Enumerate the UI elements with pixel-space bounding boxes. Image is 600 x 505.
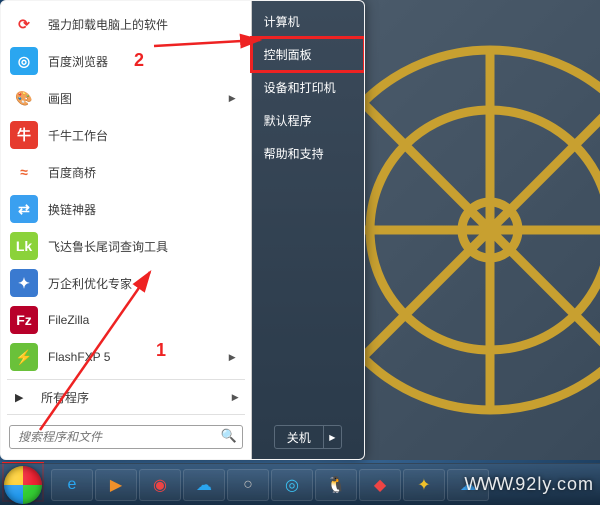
longkey-icon: Lk [10, 232, 38, 260]
qq-icon[interactable]: 🐧 [315, 469, 357, 501]
app-label: 换链神器 [48, 201, 240, 218]
paint-icon: 🎨 [10, 84, 38, 112]
browser2-icon[interactable]: ○ [227, 469, 269, 501]
app-item-paint[interactable]: 🎨 画图 ▶ [6, 80, 246, 116]
filezilla-icon: Fz [10, 306, 38, 334]
app-item-flashfxp[interactable]: ⚡ FlashFXP 5 ▶ [6, 339, 246, 375]
app-label: 万企利优化专家 [48, 275, 240, 292]
uninstall-icon: ⟳ [10, 10, 38, 38]
start-menu: ⟳ 强力卸载电脑上的软件 ◎ 百度浏览器 🎨 画图 ▶ 牛千牛工作台 ≈ 百度商桥 ⇄ 换链神器 Lk 飞… [0, 0, 365, 460]
app-item-baidu-bridge[interactable]: ≈ 百度商桥 [6, 154, 246, 190]
right-item-devices-printers[interactable]: 设备和打印机 [252, 71, 364, 104]
watermark: WWW.92ly.com [464, 474, 594, 495]
watermark-prefix: WWW. [464, 474, 515, 494]
all-programs-label: 所有程序 [41, 389, 89, 406]
search-icon[interactable]: 🔍 [220, 428, 236, 444]
link-tool-icon: ⇄ [10, 195, 38, 223]
all-programs-arrow-icon: ▶ [15, 391, 29, 404]
desktop-wallpaper [360, 0, 600, 460]
app-label: 画图 [48, 90, 225, 107]
app-item-longkey[interactable]: Lk 飞达鲁长尾词查询工具 [6, 228, 246, 264]
separator [7, 379, 245, 380]
baidu-bridge-icon: ≈ [10, 158, 38, 186]
watermark-suffix: .com [551, 474, 594, 494]
shutdown-row: 关机 ▶ [252, 425, 364, 449]
start-menu-right: 计算机控制面板设备和打印机默认程序帮助和支持 关机 ▶ [252, 1, 364, 459]
app-label: 千牛工作台 [48, 127, 240, 144]
search-wrap: 🔍 [1, 417, 251, 459]
chevron-right-icon: ▶ [232, 392, 239, 403]
app-item-uninstall[interactable]: ⟳ 强力卸载电脑上的软件 [6, 6, 246, 42]
all-programs[interactable]: ▶ 所有程序 ▶ [1, 382, 251, 412]
ie-icon[interactable]: e [51, 469, 93, 501]
app-label: 强力卸载电脑上的软件 [48, 16, 240, 33]
app-list: ⟳ 强力卸载电脑上的软件 ◎ 百度浏览器 🎨 画图 ▶ 牛千牛工作台 ≈ 百度商桥 ⇄ 换链神器 Lk 飞… [1, 1, 251, 377]
right-item-default-programs[interactable]: 默认程序 [252, 104, 364, 137]
app-item-baidu-browser[interactable]: ◎ 百度浏览器 [6, 43, 246, 79]
watermark-text: 92ly [515, 474, 551, 494]
app-label: FileZilla [48, 313, 240, 327]
chevron-right-icon: ▶ [229, 93, 236, 104]
ferris-wheel-art [360, 20, 600, 460]
right-item-control-panel[interactable]: 控制面板 [252, 38, 364, 71]
browser3-icon[interactable]: ◎ [271, 469, 313, 501]
search-input[interactable] [9, 425, 243, 449]
shutdown-button-group: 关机 ▶ [274, 425, 342, 449]
chevron-right-icon: ▶ [229, 352, 236, 363]
shutdown-options-toggle[interactable]: ▶ [323, 426, 341, 448]
app-label: 百度浏览器 [48, 53, 240, 70]
qianniu-icon: 牛 [10, 121, 38, 149]
right-item-computer[interactable]: 计算机 [252, 5, 364, 38]
flashfxp-icon: ⚡ [10, 343, 38, 371]
media-player-icon[interactable]: ▶ [95, 469, 137, 501]
start-button[interactable] [4, 466, 42, 504]
separator [7, 414, 245, 415]
app-label: 百度商桥 [48, 164, 240, 181]
app-item-optimize[interactable]: ✦ 万企利优化专家 [6, 265, 246, 301]
optimize-icon: ✦ [10, 269, 38, 297]
app9-icon[interactable]: ◆ [359, 469, 401, 501]
shutdown-label: 关机 [287, 429, 311, 446]
chrome-icon[interactable]: ◉ [139, 469, 181, 501]
app10-icon[interactable]: ✦ [403, 469, 445, 501]
shutdown-button[interactable]: 关机 [275, 426, 323, 448]
app-item-filezilla[interactable]: Fz FileZilla [6, 302, 246, 338]
app-label: 飞达鲁长尾词查询工具 [48, 238, 240, 255]
app-item-qianniu[interactable]: 牛千牛工作台 [6, 117, 246, 153]
baidu-browser-icon: ◎ [10, 47, 38, 75]
right-item-help-support[interactable]: 帮助和支持 [252, 137, 364, 170]
baidu-cloud-icon[interactable]: ☁ [183, 469, 225, 501]
app-item-link-tool[interactable]: ⇄ 换链神器 [6, 191, 246, 227]
app-label: FlashFXP 5 [48, 350, 225, 364]
start-menu-left: ⟳ 强力卸载电脑上的软件 ◎ 百度浏览器 🎨 画图 ▶ 牛千牛工作台 ≈ 百度商桥 ⇄ 换链神器 Lk 飞… [1, 1, 252, 459]
